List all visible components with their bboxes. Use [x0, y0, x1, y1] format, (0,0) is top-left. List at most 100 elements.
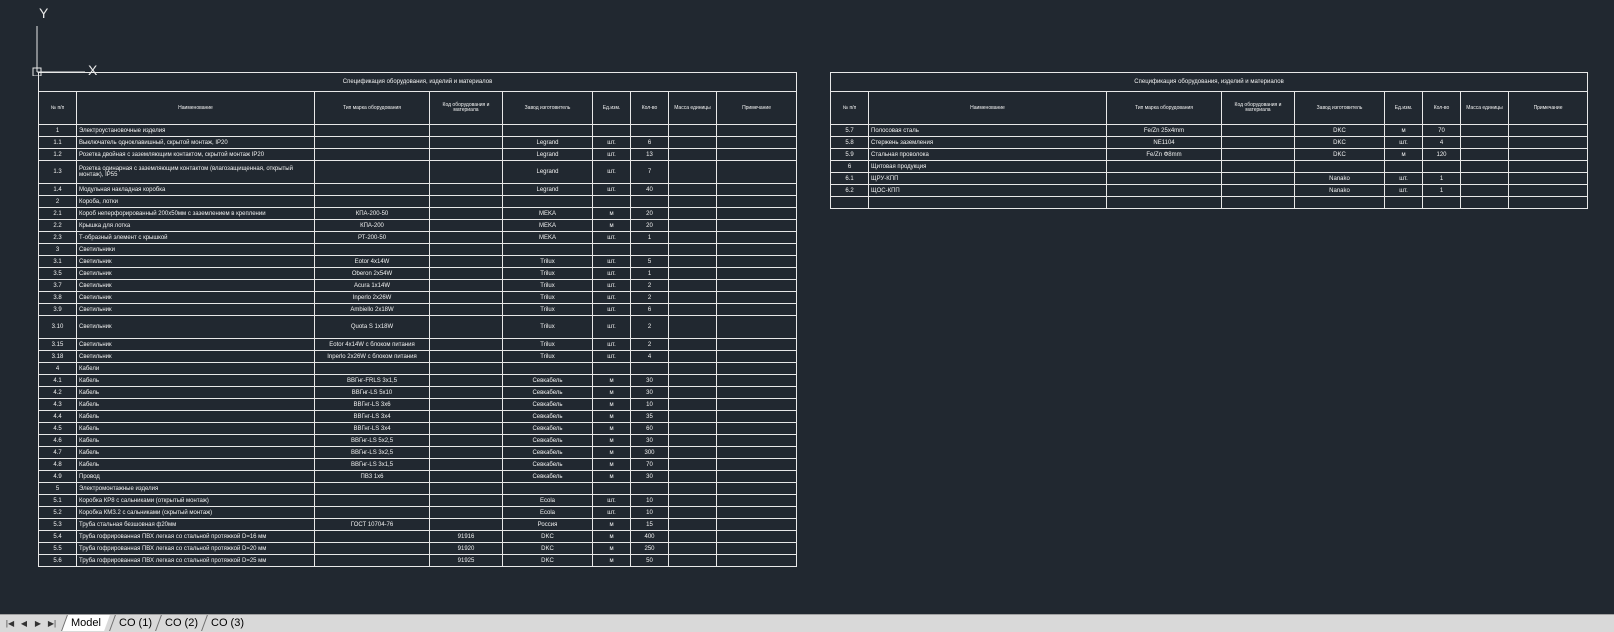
- cell-no: 4.9: [38, 470, 77, 483]
- table-row: 2.3 Т-образный элемент с крышкой РТ-200-50…: [38, 231, 798, 244]
- cell-unit: [592, 243, 631, 256]
- cell-unit: шт.: [592, 303, 631, 316]
- cell-name: Щитовая продукция: [868, 160, 1107, 173]
- cell-no: 2: [38, 195, 77, 208]
- cell-empty: [715, 398, 798, 411]
- next-tab-icon[interactable]: ▶: [32, 617, 44, 629]
- cell-empty: [715, 482, 798, 495]
- table-row: 1 Электроустановочные изделия: [38, 124, 798, 137]
- cell-empty: [715, 434, 798, 447]
- cell-empty: [668, 410, 717, 423]
- cell-qty: 70: [630, 458, 669, 471]
- cell-empty: [1460, 196, 1509, 209]
- cell-type: [1106, 172, 1222, 185]
- cell-code: [429, 434, 503, 447]
- cell-unit: м: [592, 530, 631, 543]
- cell-qty: [630, 482, 669, 495]
- cell-type: [1106, 160, 1222, 173]
- cell-empty: [1460, 124, 1509, 137]
- cell-qty: [630, 243, 669, 256]
- cell-empty: [715, 291, 798, 304]
- table-row: [830, 196, 1589, 209]
- cell-qty: [630, 362, 669, 375]
- cell-type: ГОСТ 10704-76: [314, 518, 430, 531]
- cell-empty: [715, 255, 798, 268]
- cell-maker: Trilux: [502, 338, 593, 351]
- cell-qty: 2: [630, 291, 669, 304]
- cell-code: 91920: [429, 542, 503, 555]
- cell-qty: 35: [630, 410, 669, 423]
- specification-table-1: Спецификация оборудования, изделий и мат…: [37, 72, 798, 567]
- cell-unit: м: [592, 386, 631, 399]
- table-row: 3.5 Светильник Oberon 2х54W Trilux шт. 1: [38, 267, 798, 280]
- cell-qty: 20: [630, 207, 669, 220]
- cell-code: [429, 303, 503, 316]
- cell-maker: Legrand: [502, 160, 593, 184]
- cell-no: 5.1: [38, 494, 77, 507]
- cell-empty: [668, 160, 717, 184]
- cell-type: [314, 542, 430, 555]
- cell-qty: [630, 124, 669, 137]
- last-tab-icon[interactable]: ▶|: [46, 617, 58, 629]
- column-header: Наименование: [76, 91, 315, 125]
- table-title: Спецификация оборудования, изделий и мат…: [829, 72, 1589, 92]
- cell-empty: [1507, 184, 1589, 197]
- cell-name: Светильник: [76, 291, 315, 304]
- cell-type: [314, 506, 430, 519]
- cell-no: 1: [38, 124, 77, 137]
- tab-co-2[interactable]: CO (2): [155, 615, 207, 631]
- prev-tab-icon[interactable]: ◀: [18, 617, 30, 629]
- cell-type: ВВГнг-FRLS 3х1,5: [314, 374, 430, 387]
- cell-empty: [715, 195, 798, 208]
- cell-qty: 20: [630, 219, 669, 232]
- cell-unit: шт.: [592, 231, 631, 244]
- cell-empty: [668, 506, 717, 519]
- table-row: 1.2 Розетка двойная с заземляющим контакт…: [38, 148, 798, 161]
- cell-unit: [592, 482, 631, 495]
- cell-name: Светильник: [76, 303, 315, 316]
- column-header: Масса единицы: [668, 91, 717, 125]
- cell-empty: [668, 446, 717, 459]
- tab-model[interactable]: Model: [61, 615, 110, 631]
- cell-type: Eotor 4х14W: [314, 255, 430, 268]
- cell-name: Короба, лотки: [76, 195, 315, 208]
- cell-name: Труба гофрированная ПВХ легкая со стальн…: [76, 554, 315, 567]
- cell-no: 4.4: [38, 410, 77, 423]
- cell-empty: [668, 434, 717, 447]
- cell-empty: [1507, 136, 1589, 149]
- cell-type: [314, 362, 430, 375]
- cell-qty: 2: [630, 315, 669, 339]
- tab-co-3[interactable]: CO (3): [201, 615, 253, 631]
- cell-type: ВВГнг-LS 5х10: [314, 386, 430, 399]
- cell-no: 3: [38, 243, 77, 256]
- first-tab-icon[interactable]: |◀: [4, 617, 16, 629]
- cell-code: [1221, 196, 1295, 209]
- cell-name: Кабели: [76, 362, 315, 375]
- cell-name: ЩОС-КПП: [868, 184, 1107, 197]
- cell-code: [1221, 160, 1295, 173]
- drawing-canvas[interactable]: Y X Спецификация оборудования, изделий и…: [0, 0, 1614, 614]
- column-header: Примечание: [1507, 91, 1589, 125]
- table-row: 4.8 Кабель ВВГнг-LS 3х1,5 Севкабель м 70: [38, 458, 798, 471]
- tab-co-1[interactable]: CO (1): [109, 615, 161, 631]
- cell-unit: [592, 124, 631, 137]
- cell-code: [1221, 124, 1295, 137]
- cell-code: [429, 136, 503, 149]
- cell-empty: [668, 494, 717, 507]
- cell-code: [429, 279, 503, 292]
- cell-qty: 1: [630, 231, 669, 244]
- cell-empty: [1507, 160, 1589, 173]
- cell-maker: MEKA: [502, 207, 593, 220]
- table-row: 4 Кабели: [38, 362, 798, 375]
- cell-empty: [715, 554, 798, 567]
- cell-qty: 4: [1422, 136, 1461, 149]
- cell-no: 5.9: [830, 148, 869, 161]
- cell-qty: 10: [630, 494, 669, 507]
- cell-no: 4.2: [38, 386, 77, 399]
- cell-qty: 30: [630, 434, 669, 447]
- table-row: 1.3 Розетка одинарная с заземляющим конта…: [38, 160, 798, 184]
- table-row: 4.3 Кабель ВВГнг-LS 3х6 Севкабель м 10: [38, 398, 798, 411]
- cell-unit: шт.: [592, 148, 631, 161]
- cell-unit: шт.: [592, 315, 631, 339]
- table-row: 4.9 Провод ПВ3 1х6 Севкабель м 30: [38, 470, 798, 483]
